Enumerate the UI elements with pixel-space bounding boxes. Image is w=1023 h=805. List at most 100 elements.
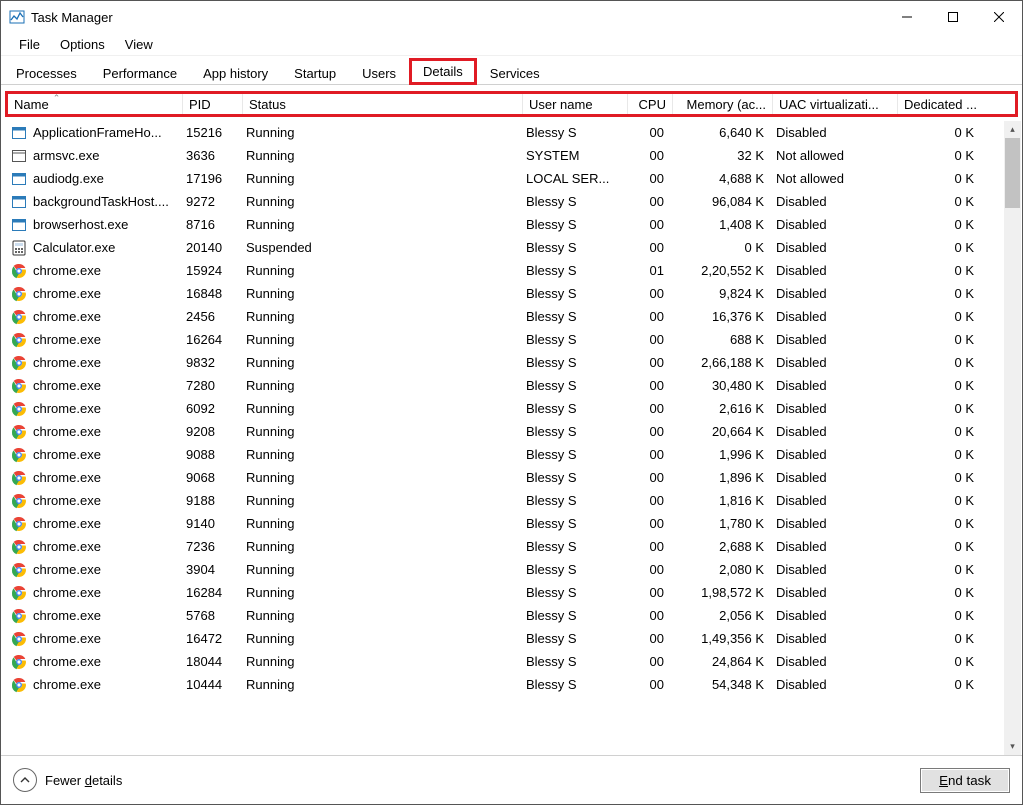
cell-cpu: 00 xyxy=(625,489,670,512)
cell-dedicated: 0 K xyxy=(895,236,980,259)
cell-status: Running xyxy=(240,328,520,351)
cell-cpu: 00 xyxy=(625,604,670,627)
cell-status: Running xyxy=(240,259,520,282)
end-task-button[interactable]: End task xyxy=(920,768,1010,793)
table-row[interactable]: chrome.exe7280RunningBlessy S0030,480 KD… xyxy=(5,374,1018,397)
fewer-details-button[interactable]: Fewer details xyxy=(13,768,122,792)
cell-cpu: 00 xyxy=(625,558,670,581)
cell-memory: 96,084 K xyxy=(670,190,770,213)
table-row[interactable]: chrome.exe16264RunningBlessy S00688 KDis… xyxy=(5,328,1018,351)
cell-cpu: 00 xyxy=(625,650,670,673)
cell-uac: Disabled xyxy=(770,512,895,535)
table-row[interactable]: ApplicationFrameHo...15216RunningBlessy … xyxy=(5,121,1018,144)
tab-services[interactable]: Services xyxy=(477,61,553,85)
table-row[interactable]: chrome.exe9208RunningBlessy S0020,664 KD… xyxy=(5,420,1018,443)
table-row[interactable]: chrome.exe9068RunningBlessy S001,896 KDi… xyxy=(5,466,1018,489)
cell-dedicated: 0 K xyxy=(895,535,980,558)
chrome-icon xyxy=(11,493,27,509)
tab-users[interactable]: Users xyxy=(349,61,409,85)
cell-user: Blessy S xyxy=(520,581,625,604)
column-header-row: Name⌃ PID Status User name CPU Memory (a… xyxy=(5,91,1018,117)
calculator-icon xyxy=(11,240,27,256)
table-row[interactable]: chrome.exe9140RunningBlessy S001,780 KDi… xyxy=(5,512,1018,535)
cell-status: Running xyxy=(240,190,520,213)
minimize-button[interactable] xyxy=(884,1,930,33)
table-row[interactable]: chrome.exe16472RunningBlessy S001,49,356… xyxy=(5,627,1018,650)
tab-details[interactable]: Details xyxy=(409,58,477,85)
cell-status: Running xyxy=(240,489,520,512)
table-row[interactable]: chrome.exe7236RunningBlessy S002,688 KDi… xyxy=(5,535,1018,558)
table-row[interactable]: backgroundTaskHost....9272RunningBlessy … xyxy=(5,190,1018,213)
col-status[interactable]: Status xyxy=(243,94,523,114)
table-row[interactable]: audiodg.exe17196RunningLOCAL SER...004,6… xyxy=(5,167,1018,190)
cell-user: Blessy S xyxy=(520,420,625,443)
table-row[interactable]: chrome.exe2456RunningBlessy S0016,376 KD… xyxy=(5,305,1018,328)
tab-processes[interactable]: Processes xyxy=(3,61,90,85)
col-cpu[interactable]: CPU xyxy=(628,94,673,114)
cell-name: chrome.exe xyxy=(5,512,180,535)
cell-user: Blessy S xyxy=(520,558,625,581)
chrome-icon xyxy=(11,585,27,601)
col-memory[interactable]: Memory (ac... xyxy=(673,94,773,114)
cell-name: armsvc.exe xyxy=(5,144,180,167)
cell-name: chrome.exe xyxy=(5,259,180,282)
chrome-icon xyxy=(11,424,27,440)
col-pid[interactable]: PID xyxy=(183,94,243,114)
cell-memory: 1,896 K xyxy=(670,466,770,489)
cell-cpu: 00 xyxy=(625,397,670,420)
table-row[interactable]: chrome.exe6092RunningBlessy S002,616 KDi… xyxy=(5,397,1018,420)
table-row[interactable]: Calculator.exe20140SuspendedBlessy S000 … xyxy=(5,236,1018,259)
cell-memory: 20,664 K xyxy=(670,420,770,443)
maximize-button[interactable] xyxy=(930,1,976,33)
cell-dedicated: 0 K xyxy=(895,489,980,512)
cell-dedicated: 0 K xyxy=(895,259,980,282)
app-window-icon xyxy=(11,217,27,233)
cell-pid: 18044 xyxy=(180,650,240,673)
menu-view[interactable]: View xyxy=(115,35,163,54)
cell-cpu: 00 xyxy=(625,282,670,305)
cell-cpu: 00 xyxy=(625,351,670,374)
col-user[interactable]: User name xyxy=(523,94,628,114)
table-row[interactable]: chrome.exe9832RunningBlessy S002,66,188 … xyxy=(5,351,1018,374)
menu-options[interactable]: Options xyxy=(50,35,115,54)
cell-uac: Disabled xyxy=(770,489,895,512)
cell-cpu: 00 xyxy=(625,328,670,351)
table-row[interactable]: chrome.exe9088RunningBlessy S001,996 KDi… xyxy=(5,443,1018,466)
cell-memory: 32 K xyxy=(670,144,770,167)
tab-performance[interactable]: Performance xyxy=(90,61,190,85)
cell-cpu: 00 xyxy=(625,512,670,535)
cell-uac: Disabled xyxy=(770,213,895,236)
table-row[interactable]: browserhost.exe8716RunningBlessy S001,40… xyxy=(5,213,1018,236)
scroll-up-icon[interactable]: ▴ xyxy=(1004,121,1021,138)
table-row[interactable]: chrome.exe16848RunningBlessy S009,824 KD… xyxy=(5,282,1018,305)
scroll-thumb[interactable] xyxy=(1005,138,1020,208)
table-row[interactable]: armsvc.exe3636RunningSYSTEM0032 KNot all… xyxy=(5,144,1018,167)
app-window-icon xyxy=(11,125,27,141)
table-row[interactable]: chrome.exe16284RunningBlessy S001,98,572… xyxy=(5,581,1018,604)
tab-startup[interactable]: Startup xyxy=(281,61,349,85)
cell-uac: Not allowed xyxy=(770,144,895,167)
titlebar[interactable]: Task Manager xyxy=(1,1,1022,33)
cell-uac: Disabled xyxy=(770,351,895,374)
cell-name: chrome.exe xyxy=(5,604,180,627)
table-row[interactable]: chrome.exe5768RunningBlessy S002,056 KDi… xyxy=(5,604,1018,627)
close-button[interactable] xyxy=(976,1,1022,33)
cell-memory: 2,616 K xyxy=(670,397,770,420)
scroll-down-icon[interactable]: ▾ xyxy=(1004,738,1021,755)
table-row[interactable]: chrome.exe15924RunningBlessy S012,20,552… xyxy=(5,259,1018,282)
tab-app-history[interactable]: App history xyxy=(190,61,281,85)
cell-memory: 1,408 K xyxy=(670,213,770,236)
cell-uac: Disabled xyxy=(770,627,895,650)
col-dedicated[interactable]: Dedicated ... xyxy=(898,94,983,114)
col-name[interactable]: Name⌃ xyxy=(8,94,183,114)
process-table: Name⌃ PID Status User name CPU Memory (a… xyxy=(1,85,1022,755)
table-row[interactable]: chrome.exe10444RunningBlessy S0054,348 K… xyxy=(5,673,1018,696)
col-uac[interactable]: UAC virtualizati... xyxy=(773,94,898,114)
table-row[interactable]: chrome.exe3904RunningBlessy S002,080 KDi… xyxy=(5,558,1018,581)
cell-dedicated: 0 K xyxy=(895,144,980,167)
menu-file[interactable]: File xyxy=(9,35,50,54)
table-row[interactable]: chrome.exe18044RunningBlessy S0024,864 K… xyxy=(5,650,1018,673)
table-row[interactable]: chrome.exe9188RunningBlessy S001,816 KDi… xyxy=(5,489,1018,512)
cell-memory: 688 K xyxy=(670,328,770,351)
vertical-scrollbar[interactable]: ▴ ▾ xyxy=(1004,121,1021,755)
